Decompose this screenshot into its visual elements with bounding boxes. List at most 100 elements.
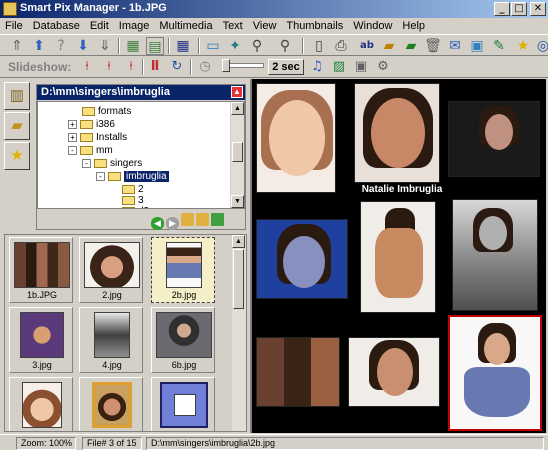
scroll-down-icon[interactable]: ▼ <box>231 195 244 208</box>
tree-item[interactable]: + i386 <box>68 119 115 131</box>
scroll-thumb[interactable] <box>232 142 243 162</box>
thumbnail-scrollbar[interactable]: ▲ <box>232 235 246 431</box>
slider-thumb[interactable] <box>222 59 230 72</box>
menu-image[interactable]: Image <box>114 18 155 32</box>
tools-icon[interactable]: ✎ <box>490 37 508 55</box>
photo-thumbnail[interactable] <box>360 201 436 313</box>
tree-item[interactable]: formats <box>82 106 131 118</box>
text-icon[interactable]: ab <box>358 37 376 55</box>
interval-display: 2 sec <box>268 59 304 75</box>
print-icon[interactable]: ⎙ <box>332 37 350 55</box>
tree-item[interactable]: - mm <box>68 145 113 157</box>
presentation-icon[interactable]: ▦ <box>124 37 142 55</box>
new-picture-icon[interactable]: ✦ <box>226 37 244 55</box>
back-icon[interactable]: ◀ <box>151 217 164 230</box>
thumbnail-item-selected[interactable]: 2b.jpg <box>151 237 215 303</box>
tree-item-selected[interactable]: - imbruglia <box>96 171 169 183</box>
photo-thumbnail[interactable] <box>452 199 538 311</box>
tab-favorites[interactable]: ★ <box>4 142 30 170</box>
pause-icon[interactable]: Ⅱ <box>146 58 164 76</box>
photo-thumbnail[interactable] <box>348 337 440 407</box>
trash-icon[interactable]: 🗑 <box>424 37 442 55</box>
next-slide-icon[interactable]: ⍿ <box>122 58 140 76</box>
close-button[interactable]: ✕ <box>530 2 546 16</box>
favorites-icon[interactable]: ★ <box>514 37 532 55</box>
repeat-icon[interactable]: ↻ <box>168 58 186 76</box>
interval-slider[interactable] <box>222 59 264 72</box>
expand-icon[interactable]: + <box>68 119 77 129</box>
folder-up-icon[interactable] <box>196 213 209 226</box>
thumbnail-item[interactable] <box>9 377 73 431</box>
collapse-icon[interactable]: - <box>82 158 91 168</box>
menu-text[interactable]: Text <box>218 18 248 32</box>
music-icon[interactable]: ♫ <box>308 58 326 76</box>
photo-caption: Natalie Imbruglia <box>361 184 443 195</box>
file-path-status: D:\mm\singers\imbruglia\2b.jpg <box>146 437 544 450</box>
menu-file[interactable]: File <box>0 18 28 32</box>
tab-database[interactable]: ▥ <box>4 82 30 110</box>
photo-thumbnail[interactable] <box>354 83 440 183</box>
arrow-down-icon[interactable]: ⬇ <box>74 37 92 55</box>
tree-scrollbar[interactable]: ▲ ▼ <box>230 102 244 208</box>
file-index-status: File# 3 of 15 <box>82 437 142 450</box>
collapse-icon[interactable]: - <box>68 145 77 155</box>
help-icon[interactable]: ? <box>52 37 70 55</box>
download-icon[interactable]: ⇓ <box>96 37 114 55</box>
thumbnail-item[interactable] <box>79 377 143 431</box>
settings-icon[interactable]: ⚙ <box>374 58 392 76</box>
collapse-panel-button[interactable]: ▲ <box>231 86 243 98</box>
maximize-button[interactable]: □ <box>511 2 527 16</box>
fullscreen-icon[interactable]: ▣ <box>352 58 370 76</box>
menu-edit[interactable]: Edit <box>85 18 114 32</box>
arrow-up-icon[interactable]: ⬆ <box>30 37 48 55</box>
photo-thumbnail[interactable] <box>256 337 340 407</box>
upload-icon[interactable]: ⇑ <box>8 37 26 55</box>
forward-icon[interactable]: ▶ <box>166 217 179 230</box>
menu-multimedia[interactable]: Multimedia <box>154 18 217 32</box>
web-icon[interactable]: ◎ <box>534 37 548 55</box>
tree-item[interactable]: - singers <box>82 158 142 170</box>
slideshow-view-icon[interactable]: ▤ <box>146 37 164 55</box>
minimize-button[interactable]: _ <box>494 2 510 16</box>
tree-item[interactable]: + Installs <box>68 132 127 144</box>
thumbnail-item[interactable]: 4.jpg <box>79 307 143 373</box>
scroll-thumb[interactable] <box>233 249 244 309</box>
scroll-up-icon[interactable]: ▲ <box>231 102 244 115</box>
new-folder-icon[interactable] <box>181 213 194 226</box>
image-settings-icon[interactable]: ▣ <box>468 37 486 55</box>
menu-thumbnails[interactable]: Thumbnails <box>281 18 348 32</box>
tree-item[interactable]: d3 <box>122 206 149 208</box>
thumbnail-item[interactable]: 6b.jpg <box>151 307 215 373</box>
open-folder-icon[interactable]: ▰ <box>380 37 398 55</box>
effects-icon[interactable]: ▨ <box>330 58 348 76</box>
grid-view-icon[interactable]: ▦ <box>174 37 192 55</box>
timer-icon: ◷ <box>199 59 211 74</box>
thumbnail-item[interactable]: 3.jpg <box>9 307 73 373</box>
thumbnail-item[interactable]: 1b.JPG <box>9 237 73 303</box>
zoom-out-icon[interactable]: ⚲ <box>276 37 294 55</box>
menu-help[interactable]: Help <box>397 18 430 32</box>
folder-icon <box>122 184 135 194</box>
tab-folders[interactable]: ▰ <box>4 112 30 140</box>
previous-slide-icon[interactable]: ⍿ <box>100 58 118 76</box>
scroll-up-icon[interactable]: ▲ <box>232 235 245 248</box>
photo-thumbnail[interactable] <box>448 101 540 177</box>
thumbnail-item[interactable] <box>151 377 215 431</box>
new-document-icon[interactable]: ▯ <box>310 37 328 55</box>
menu-database[interactable]: Database <box>28 18 85 32</box>
picture-icon[interactable]: ▭ <box>204 37 222 55</box>
photo-thumbnail-selected[interactable] <box>448 315 542 431</box>
refresh-folder-icon[interactable] <box>211 213 224 226</box>
menu-window[interactable]: Window <box>348 18 397 32</box>
photo-thumbnail[interactable] <box>256 83 336 193</box>
collapse-icon[interactable]: - <box>96 171 105 181</box>
menu-view[interactable]: View <box>248 18 282 32</box>
zoom-in-icon[interactable]: ⚲ <box>248 37 266 55</box>
expand-icon[interactable]: + <box>68 132 77 142</box>
move-folder-icon[interactable]: ▰ <box>402 37 420 55</box>
thumbnail-item[interactable]: 2.jpg <box>79 237 143 303</box>
photo-thumbnail[interactable] <box>256 219 348 299</box>
email-icon[interactable]: ✉ <box>446 37 464 55</box>
first-slide-icon[interactable]: ⍿ <box>78 58 96 76</box>
image-viewer[interactable]: Natalie Imbruglia <box>250 79 546 433</box>
